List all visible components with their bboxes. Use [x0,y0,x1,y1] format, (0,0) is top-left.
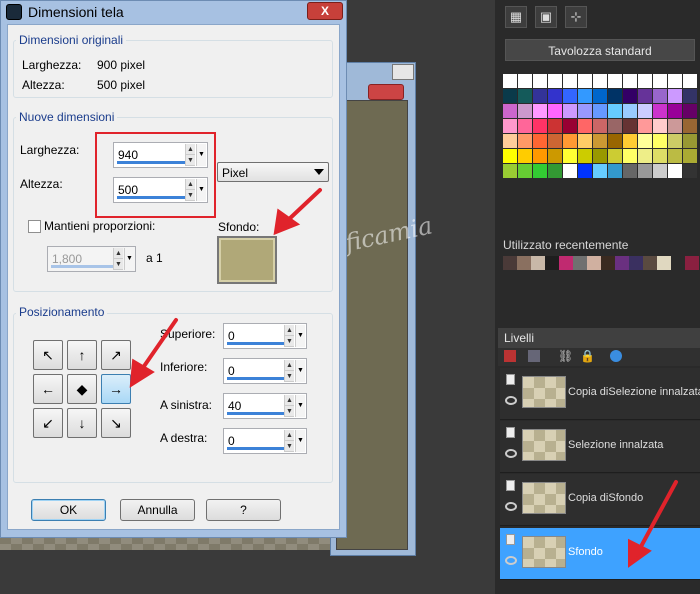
arrow-to-position [138,318,178,374]
arrowhead-layer [628,538,652,568]
arrowhead-position [129,358,155,388]
arrow-to-layer [636,480,678,554]
annotation-arrows [129,188,678,568]
arrow-to-background [284,188,322,224]
